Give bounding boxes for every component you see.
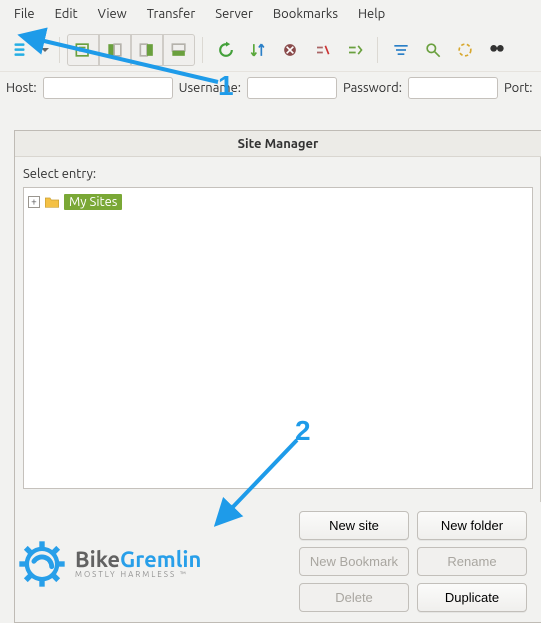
refresh-button[interactable] bbox=[210, 34, 242, 66]
watermark-brand: BikeGremlin bbox=[75, 549, 201, 571]
toolbar bbox=[0, 28, 541, 71]
search-button[interactable] bbox=[417, 34, 449, 66]
watermark: BikeGremlin MOSTLY HARMLESS ™ bbox=[15, 537, 201, 591]
menu-file[interactable]: File bbox=[4, 3, 45, 25]
queue-toggle-button[interactable] bbox=[242, 34, 274, 66]
delete-button: Delete bbox=[299, 583, 409, 612]
new-site-button[interactable]: New site bbox=[299, 511, 409, 540]
dialog-title: Site Manager bbox=[15, 131, 541, 157]
port-label: Port: bbox=[504, 81, 532, 95]
menubar: File Edit View Transfer Server Bookmarks… bbox=[0, 0, 541, 28]
rename-button: Rename bbox=[417, 547, 527, 576]
disconnect-button[interactable] bbox=[306, 34, 338, 66]
host-input[interactable] bbox=[43, 77, 173, 99]
toggle-message-log-button[interactable] bbox=[67, 34, 99, 66]
tree-root-label: My Sites bbox=[64, 194, 122, 210]
duplicate-button[interactable]: Duplicate bbox=[417, 583, 527, 612]
filter-button[interactable] bbox=[385, 34, 417, 66]
new-bookmark-button: New Bookmark bbox=[299, 547, 409, 576]
menu-edit[interactable]: Edit bbox=[45, 3, 88, 25]
password-input[interactable] bbox=[408, 77, 498, 99]
menu-bookmarks[interactable]: Bookmarks bbox=[263, 3, 348, 25]
toolbar-separator bbox=[377, 37, 378, 63]
toolbar-separator bbox=[59, 37, 60, 63]
folder-icon bbox=[44, 195, 60, 209]
toggle-remote-tree-button[interactable] bbox=[131, 34, 163, 66]
expand-icon[interactable]: + bbox=[28, 196, 40, 208]
gear-icon bbox=[15, 537, 69, 591]
host-label: Host: bbox=[6, 81, 37, 95]
password-label: Password: bbox=[343, 81, 402, 95]
toggle-local-tree-button[interactable] bbox=[99, 34, 131, 66]
select-entry-label: Select entry: bbox=[15, 157, 541, 187]
username-label: Username: bbox=[179, 81, 241, 95]
new-folder-button[interactable]: New folder bbox=[417, 511, 527, 540]
username-input[interactable] bbox=[247, 77, 337, 99]
menu-transfer[interactable]: Transfer bbox=[137, 3, 206, 25]
tree-root-row[interactable]: + My Sites bbox=[28, 192, 528, 212]
cancel-button[interactable] bbox=[274, 34, 306, 66]
site-manager-dropdown[interactable] bbox=[38, 45, 52, 55]
toolbar-separator bbox=[202, 37, 203, 63]
menu-view[interactable]: View bbox=[88, 3, 137, 25]
reconnect-button[interactable] bbox=[338, 34, 370, 66]
site-manager-button[interactable] bbox=[6, 34, 38, 66]
quickconnect-bar: Host: Username: Password: Port: bbox=[0, 71, 541, 103]
menu-help[interactable]: Help bbox=[348, 3, 395, 25]
toggle-transfer-queue-button[interactable] bbox=[163, 34, 195, 66]
menu-server[interactable]: Server bbox=[205, 3, 263, 25]
find-button[interactable] bbox=[481, 34, 513, 66]
entry-tree[interactable]: + My Sites bbox=[23, 187, 533, 489]
sync-browse-button[interactable] bbox=[449, 34, 481, 66]
watermark-tagline: MOSTLY HARMLESS ™ bbox=[75, 571, 201, 579]
